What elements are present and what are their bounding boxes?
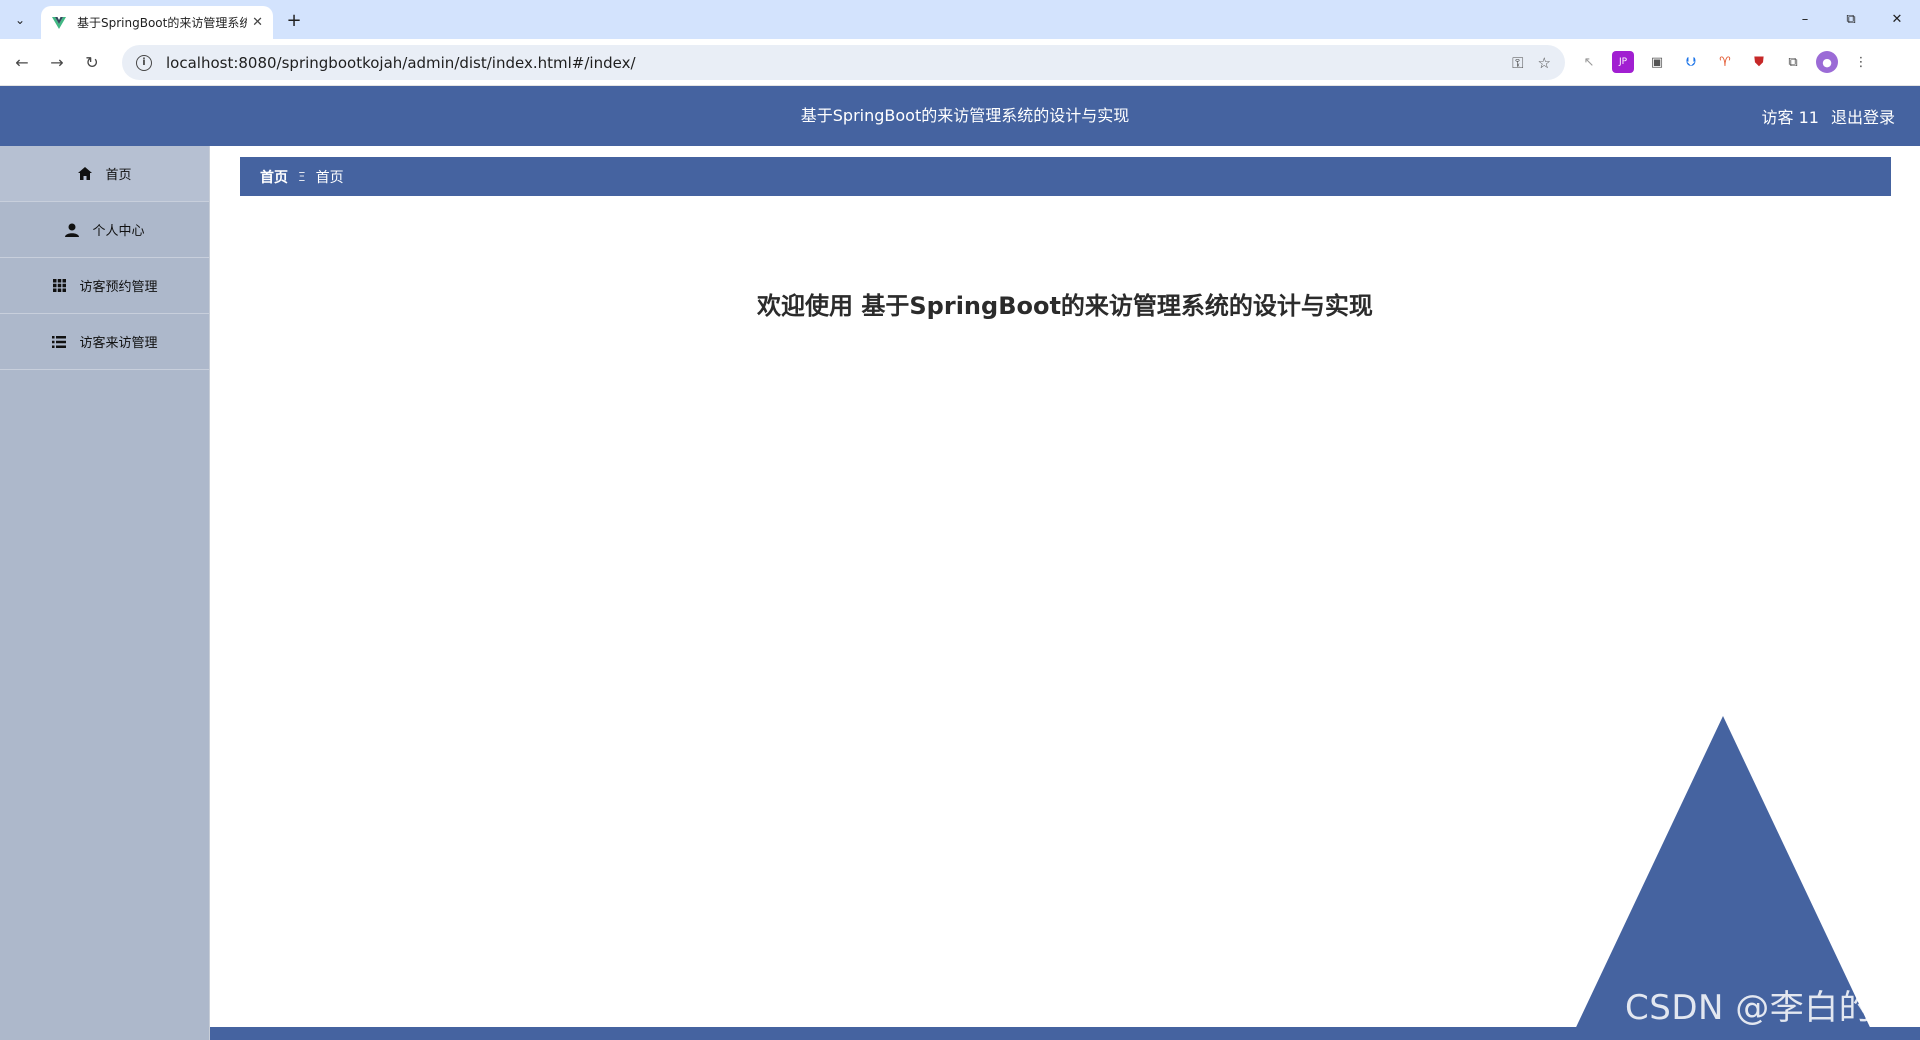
csdn-watermark: CSDN @李白的粉 [1625, 988, 1908, 1028]
decorative-triangle [1570, 716, 1876, 1040]
